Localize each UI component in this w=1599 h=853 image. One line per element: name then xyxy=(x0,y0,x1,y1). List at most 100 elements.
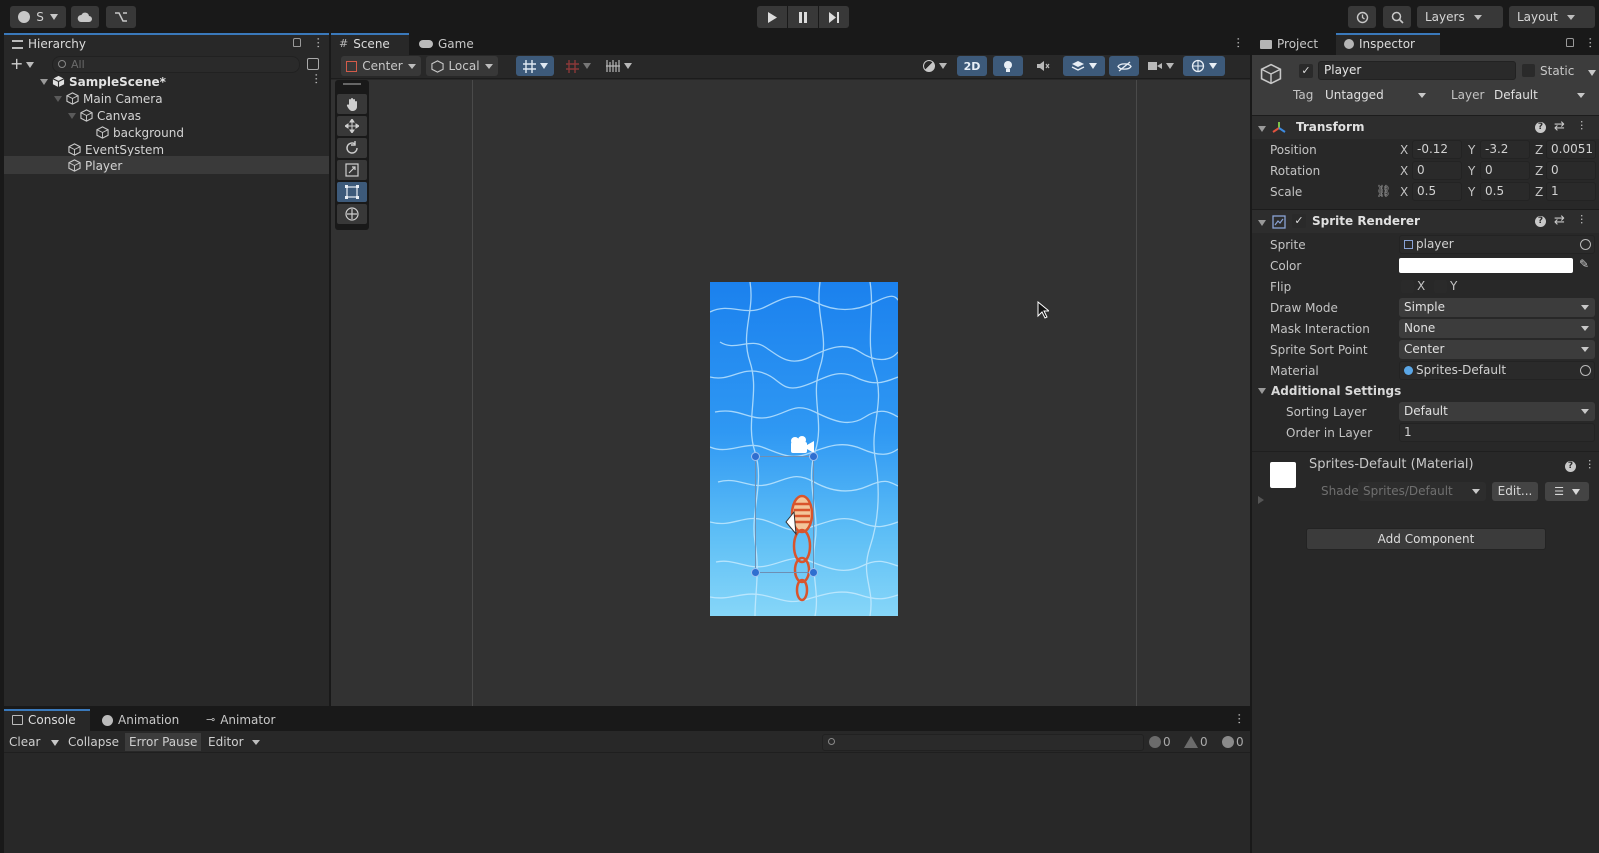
sorting-layer-dropdown[interactable]: Default xyxy=(1399,402,1595,421)
tab-inspector[interactable]: Inspector xyxy=(1336,33,1440,55)
palette-grip[interactable] xyxy=(343,83,361,85)
scale-x-field[interactable]: 0.5 xyxy=(1412,182,1462,201)
gizmos-button[interactable] xyxy=(1183,56,1225,76)
layout-dropdown[interactable]: Layout xyxy=(1509,6,1595,28)
link-scale-icon[interactable]: ⛓ xyxy=(1376,184,1391,198)
static-dropdown-icon[interactable] xyxy=(1588,70,1596,76)
draw-mode-button[interactable] xyxy=(917,56,953,76)
panel-menu-icon[interactable]: ··· xyxy=(311,37,325,48)
tag-dropdown[interactable]: Untagged xyxy=(1320,86,1432,105)
collapse-toggle[interactable]: Collapse xyxy=(68,733,119,751)
position-y-field[interactable]: -3.2 xyxy=(1480,140,1530,159)
pause-button[interactable] xyxy=(788,6,818,28)
shader-edit-button[interactable]: Edit... xyxy=(1492,482,1538,501)
lock-icon[interactable] xyxy=(1566,38,1574,47)
active-checkbox[interactable]: ✓ xyxy=(1299,64,1313,78)
scene-visibility-icon[interactable] xyxy=(307,58,319,70)
scene-viewport[interactable] xyxy=(331,80,1250,706)
hand-tool[interactable] xyxy=(337,94,367,114)
collab-button[interactable] xyxy=(106,6,136,28)
position-z-field[interactable]: 0.0051 xyxy=(1546,140,1596,159)
axis-x-label[interactable]: X xyxy=(1400,164,1408,178)
tab-project[interactable]: Project xyxy=(1252,33,1326,55)
axis-z-label[interactable]: Z xyxy=(1535,185,1543,199)
hierarchy-item-canvas[interactable]: Canvas xyxy=(68,107,141,124)
clear-options-dropdown[interactable] xyxy=(51,740,59,746)
rect-handle-top-left[interactable] xyxy=(751,452,760,461)
layers-dropdown[interactable]: Layers xyxy=(1417,6,1503,28)
log-counter[interactable]: 0 xyxy=(1149,733,1171,751)
console-log-area[interactable] xyxy=(4,754,1250,853)
flip-x-checkbox[interactable] xyxy=(1401,280,1414,293)
tab-animation[interactable]: Animation xyxy=(94,709,187,731)
create-button[interactable]: + xyxy=(10,56,35,72)
rect-handle-bottom-right[interactable] xyxy=(809,568,818,577)
preset-icon[interactable]: ⇄ xyxy=(1554,213,1565,228)
search-button[interactable] xyxy=(1383,6,1411,28)
panel-menu-icon[interactable]: ··· xyxy=(1583,37,1597,48)
ruler-button[interactable] xyxy=(601,56,637,76)
hierarchy-item-main-camera[interactable]: Main Camera xyxy=(54,90,163,107)
color-swatch[interactable] xyxy=(1399,258,1573,273)
lighting-button[interactable] xyxy=(993,56,1023,76)
rect-selection[interactable] xyxy=(751,452,818,577)
sprite-renderer-enabled-checkbox[interactable]: ✓ xyxy=(1292,214,1306,228)
tab-scene[interactable]: # Scene xyxy=(331,33,409,55)
warning-counter[interactable]: 0 xyxy=(1184,733,1208,751)
lock-icon[interactable] xyxy=(293,38,301,47)
account-button[interactable]: S xyxy=(10,6,66,28)
foldout-arrow-icon[interactable] xyxy=(1258,220,1266,226)
pivot-dropdown[interactable]: Center xyxy=(341,56,421,76)
component-menu-icon[interactable]: ··· xyxy=(1575,214,1588,225)
step-button[interactable] xyxy=(819,6,849,28)
increment-snap-button[interactable] xyxy=(560,56,596,76)
eyedropper-icon[interactable]: ✎ xyxy=(1579,257,1589,271)
foldout-arrow-icon[interactable] xyxy=(1258,388,1266,394)
rect-tool[interactable] xyxy=(337,182,367,202)
panel-menu-icon[interactable]: ··· xyxy=(1231,37,1245,48)
rotation-z-field[interactable]: 0 xyxy=(1546,161,1596,180)
shader-dropdown[interactable]: Sprites/Default xyxy=(1358,482,1486,501)
clear-button[interactable]: Clear xyxy=(9,733,40,751)
scene-row[interactable]: SampleScene* xyxy=(40,73,329,90)
preset-icon[interactable]: ⇄ xyxy=(1554,119,1565,134)
draw-mode-dropdown[interactable]: Simple xyxy=(1399,298,1595,317)
help-icon[interactable]: ? xyxy=(1535,122,1546,133)
axis-x-label[interactable]: X xyxy=(1400,185,1408,199)
object-name-field[interactable]: Player xyxy=(1318,61,1516,80)
object-picker-icon[interactable] xyxy=(1580,239,1591,250)
scale-z-field[interactable]: 1 xyxy=(1546,182,1596,201)
tab-animator[interactable]: ⊸ Animator xyxy=(198,709,283,731)
scene-menu-icon[interactable]: ··· xyxy=(309,73,323,84)
transform-tool[interactable] xyxy=(337,204,367,224)
foldout-arrow-icon[interactable] xyxy=(1258,496,1264,504)
sprite-renderer-header[interactable]: ✓ Sprite Renderer ? ⇄ ··· xyxy=(1252,209,1599,233)
hierarchy-item-player[interactable]: Player xyxy=(68,157,122,174)
history-button[interactable] xyxy=(1348,6,1376,28)
rotation-y-field[interactable]: 0 xyxy=(1480,161,1530,180)
component-menu-icon[interactable]: ··· xyxy=(1575,120,1588,131)
tab-hierarchy[interactable]: Hierarchy xyxy=(4,33,329,55)
hidden-objects-button[interactable] xyxy=(1109,56,1139,76)
tab-game[interactable]: Game xyxy=(411,33,482,55)
audio-button[interactable] xyxy=(1028,56,1058,76)
play-button[interactable] xyxy=(757,6,787,28)
error-pause-toggle[interactable]: Error Pause xyxy=(125,733,202,751)
mask-dropdown[interactable]: None xyxy=(1399,319,1595,338)
axis-x-label[interactable]: X xyxy=(1400,143,1408,157)
sprite-object-field[interactable]: player xyxy=(1399,235,1595,254)
axis-y-label[interactable]: Y xyxy=(1468,143,1475,157)
axis-y-label[interactable]: Y xyxy=(1468,164,1475,178)
sort-point-dropdown[interactable]: Center xyxy=(1399,340,1595,359)
scale-tool[interactable] xyxy=(337,160,367,180)
console-search-input[interactable] xyxy=(822,734,1144,751)
layer-dropdown[interactable]: Default xyxy=(1489,86,1591,105)
axis-y-label[interactable]: Y xyxy=(1468,185,1475,199)
component-menu-icon[interactable]: ··· xyxy=(1583,459,1596,470)
rotate-tool[interactable] xyxy=(337,138,367,158)
object-picker-icon[interactable] xyxy=(1580,365,1591,376)
additional-settings-row[interactable]: Additional Settings xyxy=(1252,381,1599,402)
rotation-x-field[interactable]: 0 xyxy=(1412,161,1462,180)
editor-dropdown[interactable]: Editor xyxy=(208,733,260,751)
hierarchy-search-input[interactable]: All xyxy=(52,56,300,73)
